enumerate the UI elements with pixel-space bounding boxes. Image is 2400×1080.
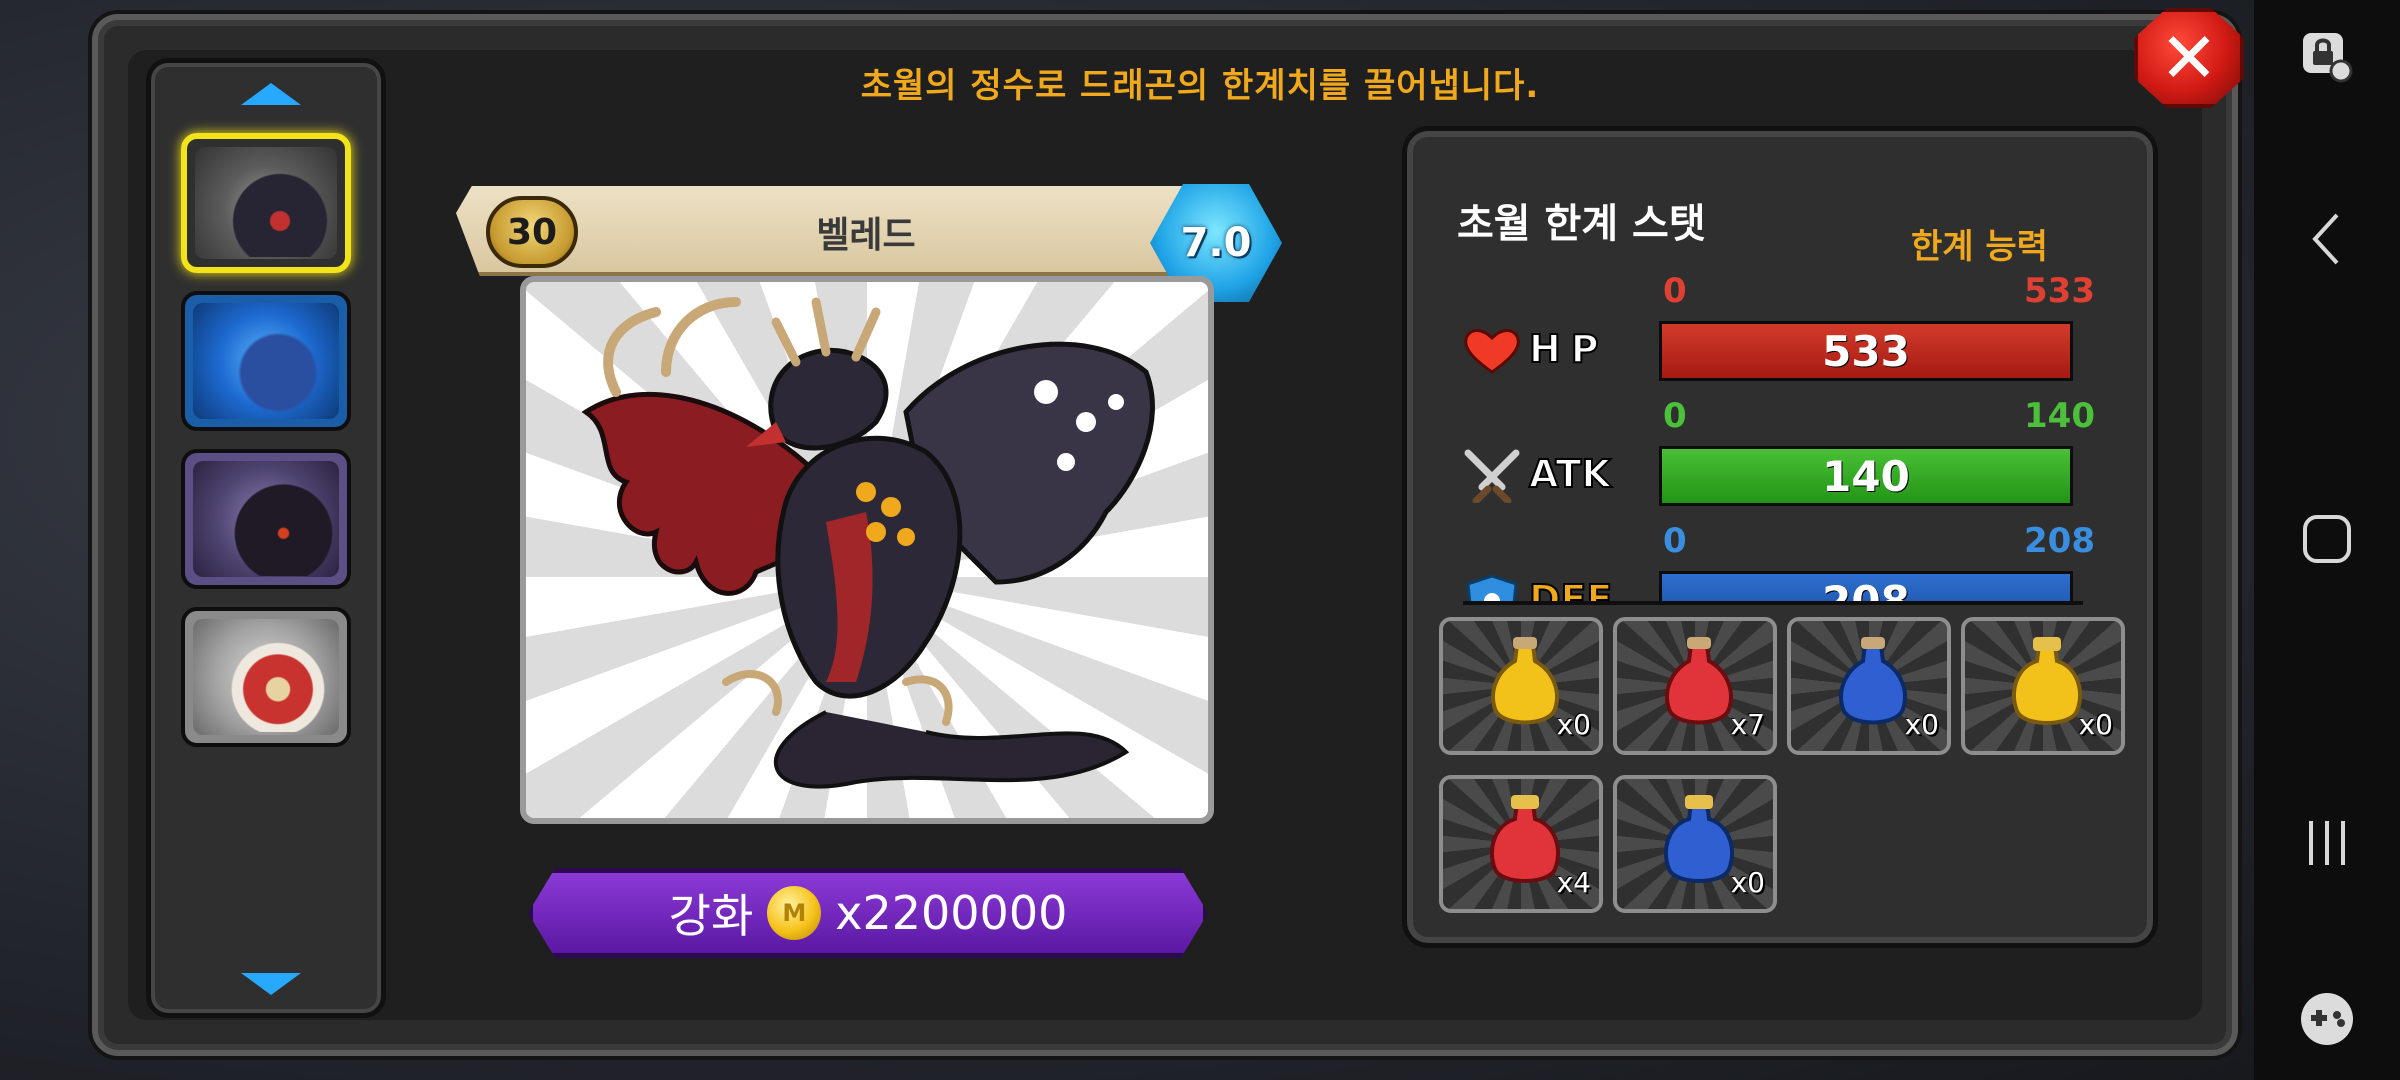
coin-icon: M — [767, 886, 822, 940]
potion-slot-1[interactable]: x0 — [1439, 617, 1603, 755]
stat-bar: 208 — [1659, 571, 2073, 601]
stat-row-hp: 0 533 HP 533 — [1433, 271, 2127, 391]
home-icon[interactable] — [2284, 496, 2370, 582]
potion-icon — [1839, 637, 1907, 725]
chevron-up-icon[interactable] — [241, 83, 301, 105]
android-nav-bar — [2254, 0, 2400, 1080]
dragon-portrait — [520, 276, 1214, 824]
potion-slot-6[interactable]: x0 — [1613, 775, 1777, 913]
level-badge: 30 — [486, 196, 578, 268]
stat-label: DEF — [1528, 576, 1613, 601]
dragon-thumb-art — [193, 303, 339, 419]
potion-slot-3[interactable]: x0 — [1787, 617, 1951, 755]
stat-row-def: 0 208 DEF 208 — [1433, 521, 2127, 601]
close-icon: ✕ — [2159, 17, 2219, 99]
potion-icon — [1489, 795, 1561, 883]
potion-slot-2[interactable]: x7 — [1613, 617, 1777, 755]
potion-slot-5[interactable]: x4 — [1439, 775, 1603, 913]
stat-min: 0 — [1663, 396, 1687, 436]
stat-bar: 533 — [1659, 321, 2073, 381]
dragon-thumb-1[interactable] — [181, 133, 351, 273]
potion-count: x4 — [1556, 866, 1591, 899]
game-tools-icon[interactable] — [2284, 976, 2370, 1062]
dragon-thumb-3[interactable] — [181, 449, 351, 589]
stats-divider — [1463, 601, 2083, 605]
stat-min: 0 — [1663, 521, 1687, 561]
stats-scroll-area[interactable]: 초월 한계 스탯 한계 능력 0 533 HP 533 0 140 ATK 14… — [1433, 151, 2127, 601]
enhance-label: 강화 — [668, 889, 754, 943]
stat-min: 0 — [1663, 271, 1687, 311]
dragon-thumb-art — [193, 461, 339, 577]
back-icon[interactable] — [2284, 196, 2370, 282]
lock-touch-icon[interactable] — [2284, 14, 2370, 100]
potion-count: x0 — [1556, 708, 1591, 741]
dragon-thumb-art — [193, 619, 339, 735]
stat-bar: 140 — [1659, 446, 2073, 506]
potion-icon — [1663, 795, 1735, 883]
chevron-down-icon[interactable] — [241, 973, 301, 995]
stats-panel: 초월 한계 스탯 한계 능력 0 533 HP 533 0 140 ATK 14… — [1402, 126, 2158, 948]
dragon-illustration — [581, 297, 1155, 789]
stat-row-atk: 0 140 ATK 140 — [1433, 396, 2127, 516]
stat-max: 140 — [2024, 396, 2095, 436]
stat-label: ATK — [1528, 451, 1612, 497]
app-root: 초월의 정수로 드래곤의 한계치를 끌어냅니다. ✕ 30 벨레드 7.0 강화… — [0, 0, 2400, 1080]
dragon-thumb-4[interactable] — [181, 607, 351, 747]
potion-slot-4[interactable]: x0 — [1961, 617, 2125, 755]
potion-grid: x0 x7 x0 x0 x4 x0 — [1439, 617, 2139, 927]
crossed-swords-icon — [1461, 449, 1523, 503]
stat-max: 533 — [2024, 271, 2095, 311]
potion-icon — [2011, 637, 2083, 725]
potion-count: x0 — [1904, 708, 1939, 741]
potion-icon — [1491, 637, 1559, 725]
limit-label: 한계 능력 — [1911, 227, 2048, 267]
potion-count: x7 — [1730, 708, 1765, 741]
enhance-cost: x2200000 — [835, 886, 1068, 940]
recent-apps-icon[interactable] — [2284, 800, 2370, 886]
shield-icon — [1461, 574, 1523, 601]
dragon-list — [146, 58, 386, 1018]
dragon-thumb-2[interactable] — [181, 291, 351, 431]
stat-max: 208 — [2024, 521, 2095, 561]
close-button[interactable]: ✕ — [2134, 8, 2244, 108]
stats-title: 초월 한계 스탯 — [1457, 201, 1706, 247]
potion-count: x0 — [2078, 708, 2113, 741]
dragon-name: 벨레드 — [816, 215, 916, 256]
heart-icon — [1461, 325, 1523, 377]
dragon-thumb-art — [195, 147, 337, 259]
potion-count: x0 — [1730, 866, 1765, 899]
stat-label: HP — [1528, 326, 1609, 372]
enhance-button[interactable]: 강화 M x2200000 — [528, 868, 1208, 958]
potion-icon — [1665, 637, 1733, 725]
